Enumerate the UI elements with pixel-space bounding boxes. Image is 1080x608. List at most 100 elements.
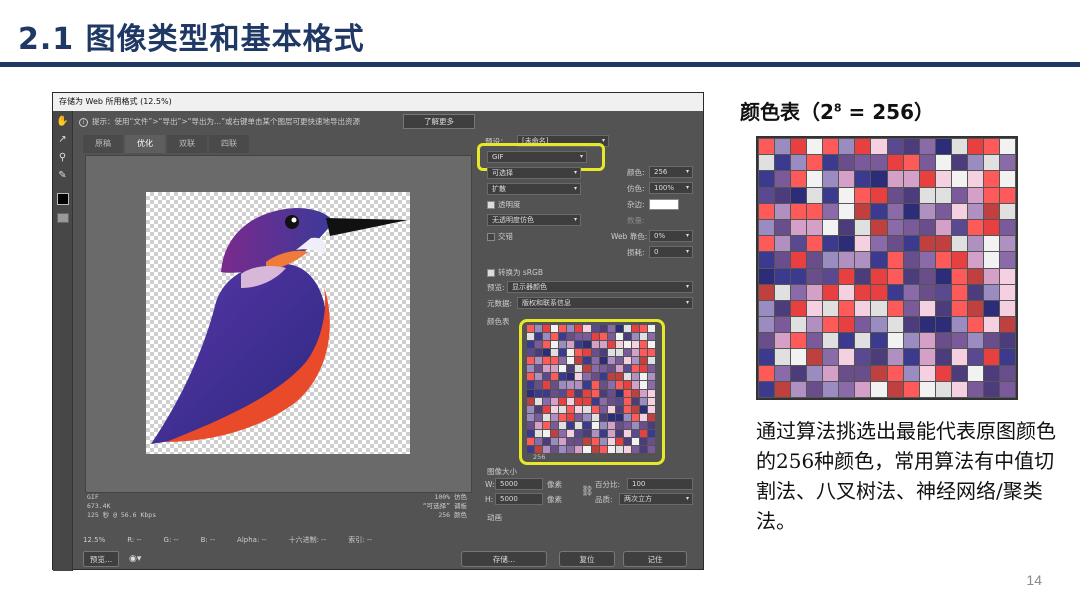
remember-button[interactable]: 记住 xyxy=(623,551,687,567)
format-select[interactable]: GIF ▾ xyxy=(487,151,587,163)
palette-swatch xyxy=(559,389,567,397)
palette-swatch xyxy=(551,421,559,429)
height-label: H: xyxy=(485,495,494,504)
palette-swatch xyxy=(575,381,583,389)
palette-swatch xyxy=(535,421,543,429)
palette-swatch xyxy=(639,389,647,397)
palette-swatch xyxy=(935,252,951,268)
palette-swatch xyxy=(903,284,919,300)
matte-swatch[interactable] xyxy=(649,199,679,210)
palette-swatch xyxy=(807,284,823,300)
interlaced-row[interactable]: 交错 xyxy=(487,230,513,243)
palette-swatch xyxy=(967,284,983,300)
colors-select[interactable]: 256 ▾ xyxy=(649,166,693,178)
transparency-dither-value: 无透明度仿色 xyxy=(492,216,534,224)
palette-swatch xyxy=(839,252,855,268)
convert-srgb-row[interactable]: 转换为 sRGB xyxy=(487,266,543,279)
palette-swatch xyxy=(983,171,999,187)
quality-select[interactable]: 两次立方 ▾ xyxy=(619,493,693,505)
palette-swatch xyxy=(631,413,639,421)
dither-select[interactable]: 扩散 ▾ xyxy=(487,183,581,195)
tab-4up[interactable]: 四联 xyxy=(209,135,249,153)
palette-swatch xyxy=(871,219,887,236)
lossy-label: 损耗: xyxy=(627,248,645,257)
palette-swatch xyxy=(567,389,575,397)
palette-swatch xyxy=(919,268,935,284)
palette-swatch xyxy=(967,365,983,381)
quality-value: 两次立方 xyxy=(624,495,652,503)
zoom-readout[interactable]: 12.5% xyxy=(83,533,105,547)
width-field[interactable]: 5000 xyxy=(495,478,543,490)
palette-swatch xyxy=(559,333,567,341)
palette-swatch xyxy=(951,139,967,155)
palette-swatch xyxy=(591,373,599,381)
zoom-icon[interactable]: ⚲ xyxy=(56,151,70,165)
constrain-link-icon[interactable]: ⛓ xyxy=(581,485,594,498)
palette-swatch xyxy=(559,365,567,373)
browser-preview-icon[interactable]: ◉▾ xyxy=(129,551,159,567)
preview-button[interactable]: 预览... xyxy=(83,551,119,567)
palette-swatch xyxy=(903,333,919,349)
save-button[interactable]: 存储... xyxy=(461,551,547,567)
palette-swatch xyxy=(951,349,967,365)
slice-select-icon[interactable]: ↗ xyxy=(56,133,70,147)
palette-swatch xyxy=(623,437,631,445)
palette-swatch xyxy=(887,300,903,317)
toggle-slices-icon[interactable] xyxy=(56,213,69,223)
dither-amount-field[interactable]: 100% ▾ xyxy=(649,182,693,194)
eyedropper-color-swatch[interactable] xyxy=(56,193,69,205)
palette-swatch xyxy=(647,381,655,389)
height-field[interactable]: 5000 xyxy=(495,493,543,505)
palette-swatch xyxy=(775,349,791,365)
chevron-down-icon: ▾ xyxy=(573,169,577,176)
percent-field[interactable]: 100 xyxy=(627,478,693,490)
palette-swatch xyxy=(551,325,559,333)
transparency-grid xyxy=(146,192,410,454)
palette-swatch xyxy=(559,357,567,365)
eyedropper-icon[interactable]: ✎ xyxy=(56,169,70,183)
tab-2up[interactable]: 双联 xyxy=(167,135,207,153)
palette-swatch xyxy=(903,187,919,203)
r-readout: R: -- xyxy=(127,536,142,544)
learn-more-button[interactable]: 了解更多 xyxy=(403,114,475,129)
preview-mode-select[interactable]: 显示器颜色 ▾ xyxy=(507,281,693,293)
palette-swatch xyxy=(967,187,983,203)
palette-swatch xyxy=(855,219,871,236)
palette-swatch xyxy=(559,373,567,381)
palette-swatch xyxy=(639,429,647,437)
transparency-dither-select[interactable]: 无透明度仿色 ▾ xyxy=(487,214,581,226)
transparency-checkbox[interactable] xyxy=(487,201,495,209)
palette-swatch xyxy=(567,437,575,445)
palette-swatch xyxy=(615,373,623,381)
chevron-down-icon: ▾ xyxy=(573,216,577,223)
palette-swatch xyxy=(903,268,919,284)
palette-swatch xyxy=(527,349,535,357)
reduction-select[interactable]: 可选择 ▾ xyxy=(487,167,581,179)
tab-optimized[interactable]: 优化 xyxy=(125,135,165,153)
interlaced-checkbox[interactable] xyxy=(487,233,495,241)
palette-swatch xyxy=(775,268,791,284)
reset-button[interactable]: 复位 xyxy=(559,551,615,567)
palette-swatch xyxy=(559,421,567,429)
metadata-select[interactable]: 版权和联系信息 ▾ xyxy=(517,297,693,309)
palette-swatch xyxy=(999,333,1015,349)
convert-srgb-checkbox[interactable] xyxy=(487,269,495,277)
lossy-field[interactable]: 0 ▾ xyxy=(649,246,693,258)
palette-swatch xyxy=(871,349,887,365)
transparency-row[interactable]: 透明度 xyxy=(487,198,521,211)
color-table-grid[interactable] xyxy=(527,325,655,453)
dialog-title: 存储为 Web 所用格式 (12.5%) xyxy=(53,93,703,111)
palette-swatch xyxy=(967,252,983,268)
preview-canvas[interactable] xyxy=(85,155,472,493)
tab-original[interactable]: 原稿 xyxy=(83,135,123,153)
palette-swatch xyxy=(575,445,583,453)
format-value: GIF xyxy=(492,153,504,161)
palette-swatch xyxy=(543,413,551,421)
web-snap-field[interactable]: 0% ▾ xyxy=(649,230,693,242)
chevron-down-icon: ▾ xyxy=(685,248,689,255)
hand-tool-icon[interactable]: ✋ xyxy=(56,115,70,129)
palette-swatch xyxy=(823,236,839,252)
palette-swatch xyxy=(791,187,807,203)
palette-swatch xyxy=(551,357,559,365)
palette-swatch xyxy=(559,341,567,349)
